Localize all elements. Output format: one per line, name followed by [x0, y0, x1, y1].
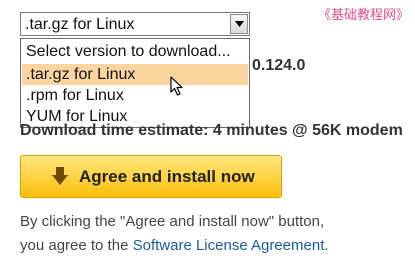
license-line-1: By clicking the "Agree and install now" …: [20, 213, 325, 230]
license-line-2: you agree to the Software License Agreem…: [20, 234, 329, 258]
license-suffix: .: [324, 237, 329, 254]
version-select-value: .tar.gz for Linux: [25, 16, 135, 33]
select-dropdown-button[interactable]: [230, 14, 248, 34]
mouse-pointer-icon: [170, 76, 183, 96]
software-license-link[interactable]: Software License Agreement: [133, 237, 325, 254]
agree-install-label: Agree and install now: [79, 167, 255, 186]
option-tar-gz-linux[interactable]: .tar.gz for Linux: [22, 64, 248, 85]
version-number: 0.124.0: [252, 57, 306, 74]
license-notice: By clicking the "Agree and install now" …: [20, 210, 329, 258]
version-dropdown-list: Select version to download... .tar.gz fo…: [20, 38, 250, 128]
down-arrow-icon: [52, 167, 68, 185]
watermark-text: 《基础教程网》: [317, 8, 409, 23]
download-time-estimate: Download time estimate: 4 minutes @ 56K …: [20, 122, 403, 139]
option-select-version[interactable]: Select version to download...: [22, 41, 248, 62]
option-rpm-linux[interactable]: .rpm for Linux: [22, 85, 248, 106]
agree-install-button[interactable]: Agree and install now: [20, 155, 282, 198]
chevron-down-icon: [235, 21, 244, 27]
version-select[interactable]: .tar.gz for Linux: [20, 12, 250, 36]
license-prefix: you agree to the: [20, 237, 133, 254]
